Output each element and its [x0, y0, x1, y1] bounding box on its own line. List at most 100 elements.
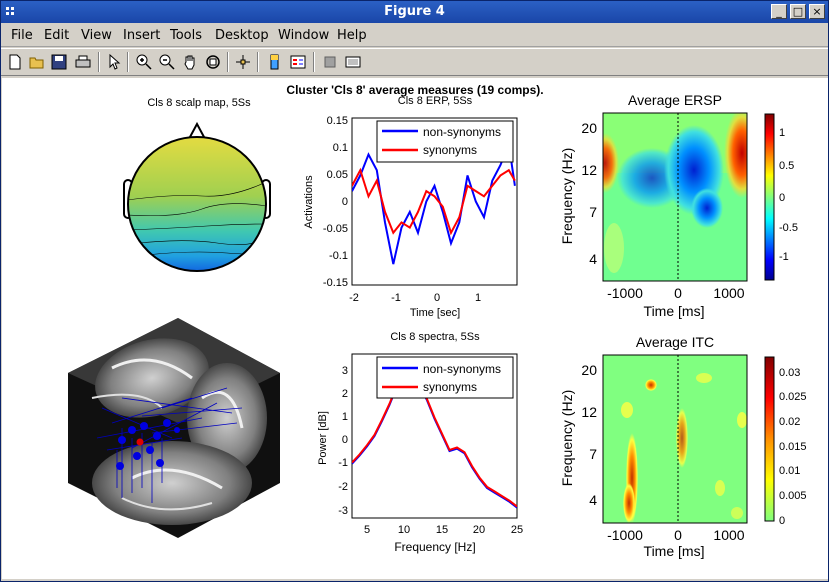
erp-xtick: 0: [434, 292, 440, 304]
menu-edit[interactable]: Edit: [44, 28, 69, 43]
itc-heatmap: [603, 355, 747, 523]
spectra-legend-synonyms: synonyms: [423, 380, 477, 394]
itc-cbtick: 0.025: [779, 391, 807, 403]
show-tools-icon[interactable]: [344, 53, 362, 71]
pan-hand-icon[interactable]: [181, 53, 199, 71]
spectra-xtick: 5: [364, 524, 370, 536]
print-icon[interactable]: [74, 53, 92, 71]
menu-file[interactable]: File: [11, 28, 33, 43]
itc-title: Average ITC: [636, 334, 714, 350]
data-cursor-icon[interactable]: [234, 53, 252, 71]
ersp-title: Average ERSP: [628, 92, 722, 108]
new-file-icon[interactable]: [6, 53, 24, 71]
colorbar-icon[interactable]: [266, 53, 284, 71]
itc-cbtick: 0.005: [779, 490, 807, 502]
figure-canvas[interactable]: Cluster 'Cls 8' average measures (19 com…: [2, 78, 828, 579]
spectra-axes: non-synonyms synonyms 3 2 1 0 -1 -2 -3 5…: [317, 353, 523, 554]
erp-xtick: -2: [349, 292, 359, 304]
ersp-cbtick: -1: [779, 251, 789, 263]
erp-ytick: -0.05: [323, 223, 348, 235]
toolbar-separator: [227, 52, 229, 72]
erp-ytick: 0: [342, 196, 348, 208]
erp-axes: non-synonyms synonyms 0.15 0.1 0.05 0 -0…: [303, 115, 518, 319]
spectra-xtick: 10: [398, 524, 410, 536]
itc-colorbar: [764, 356, 775, 522]
minimize-button[interactable]: _: [771, 4, 787, 19]
toolbar-separator: [257, 52, 259, 72]
zoom-out-icon[interactable]: [158, 53, 176, 71]
ersp-axes: 20 12 7 4 -1000 0 1000 Time [ms] Frequen…: [559, 112, 798, 319]
itc-ytick: 7: [589, 446, 597, 462]
spectra-ytick: -3: [338, 505, 348, 517]
itc-ytick: 4: [589, 492, 597, 508]
menu-insert[interactable]: Insert: [123, 28, 160, 43]
figure-window: Figure 4 _ □ × File Edit View Insert Too…: [0, 0, 829, 582]
spectra-xlabel: Frequency [Hz]: [394, 540, 475, 554]
ersp-xlabel: Time [ms]: [644, 303, 705, 319]
itc-cbtick: 0.015: [779, 441, 807, 453]
menu-window[interactable]: Window: [278, 28, 329, 43]
scalp-map: [123, 121, 271, 272]
save-icon[interactable]: [50, 53, 68, 71]
itc-xtick: 1000: [713, 527, 744, 543]
ersp-xtick: -1000: [607, 285, 643, 301]
ersp-ytick: 12: [581, 162, 597, 178]
rotate-3d-icon[interactable]: [204, 53, 222, 71]
legend-icon[interactable]: [289, 53, 307, 71]
zoom-in-icon[interactable]: [135, 53, 153, 71]
itc-cbtick: 0: [779, 515, 785, 527]
window-title: Figure 4: [384, 4, 445, 19]
erp-ytick: 0.05: [327, 169, 348, 181]
itc-cbtick: 0.02: [779, 416, 800, 428]
itc-cbtick: 0.03: [779, 367, 800, 379]
toolbar: [1, 48, 828, 76]
erp-ylabel: Activations: [303, 175, 315, 229]
erp-ytick: -0.1: [329, 250, 348, 262]
menu-desktop[interactable]: Desktop: [215, 28, 269, 43]
close-button[interactable]: ×: [809, 4, 825, 19]
itc-xlabel: Time [ms]: [644, 543, 705, 559]
ersp-ylabel: Frequency (Hz): [559, 148, 575, 244]
spectra-legend-non-synonyms: non-synonyms: [423, 362, 501, 376]
erp-legend-non-synonyms: non-synonyms: [423, 125, 501, 139]
menu-help[interactable]: Help: [337, 28, 367, 43]
menu-tools[interactable]: Tools: [170, 28, 202, 43]
open-folder-icon[interactable]: [28, 53, 46, 71]
itc-ylabel: Frequency (Hz): [559, 390, 575, 486]
itc-axes: 20 12 7 4 -1000 0 1000 Time [ms] Frequen…: [559, 354, 807, 559]
pointer-icon[interactable]: [105, 53, 123, 71]
toolbar-separator: [313, 52, 315, 72]
spectra-ytick: 2: [342, 388, 348, 400]
spectra-ylabel: Power [dB]: [317, 411, 329, 465]
erp-ytick: -0.15: [323, 277, 348, 289]
itc-xtick: -1000: [607, 527, 643, 543]
spectra-ytick: 0: [342, 434, 348, 446]
spectra-ytick: -2: [338, 481, 348, 493]
erp-xlabel: Time [sec]: [410, 307, 460, 319]
spectra-xtick: 15: [436, 524, 448, 536]
spectra-ytick: 3: [342, 365, 348, 377]
ersp-ytick: 7: [589, 204, 597, 220]
erp-title: Cls 8 ERP, 5Ss: [398, 95, 473, 107]
spectra-title: Cls 8 spectra, 5Ss: [390, 331, 480, 343]
hide-tools-icon[interactable]: [321, 53, 339, 71]
dipole-brain-image: [68, 318, 280, 538]
erp-ytick: 0.1: [333, 142, 348, 154]
menu-view[interactable]: View: [81, 28, 112, 43]
maximize-button[interactable]: □: [790, 4, 806, 19]
ersp-colorbar: [764, 113, 775, 281]
itc-cbtick: 0.01: [779, 465, 800, 477]
ersp-heatmap: [603, 113, 747, 281]
ersp-ytick: 4: [589, 251, 597, 267]
erp-legend-synonyms: synonyms: [423, 143, 477, 157]
title-bar[interactable]: Figure 4 _ □ ×: [1, 1, 828, 23]
spectra-ytick: 1: [342, 411, 348, 423]
spectra-xtick: 25: [511, 524, 523, 536]
ersp-cbtick: 0: [779, 192, 785, 204]
ersp-cbtick: 0.5: [779, 160, 794, 172]
spectra-xtick: 20: [473, 524, 485, 536]
erp-ytick: 0.15: [327, 115, 348, 127]
toolbar-separator: [98, 52, 100, 72]
itc-xtick: 0: [674, 527, 682, 543]
menu-bar: File Edit View Insert Tools Desktop Wind…: [1, 23, 828, 47]
